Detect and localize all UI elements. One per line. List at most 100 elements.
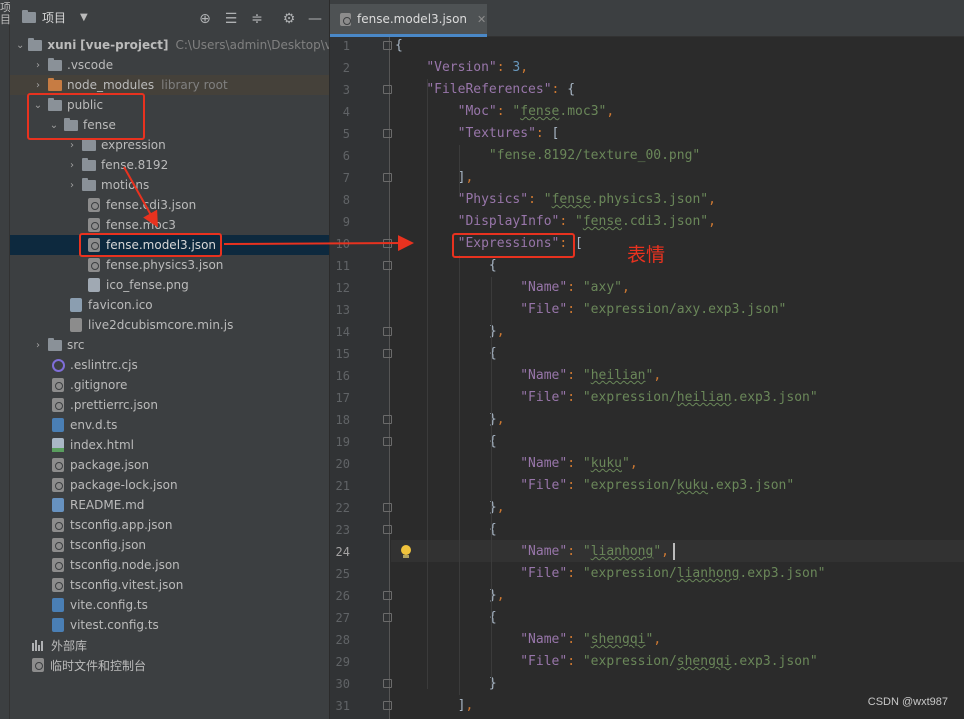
gear-icon[interactable]: ⚙ [281,11,297,27]
project-strip-label[interactable]: 项目 [0,2,10,26]
chevron-down-icon[interactable]: ⌄ [16,40,24,51]
code-line: { [395,38,403,53]
fold-marker-icon[interactable] [383,261,392,270]
tree-item-label: node_modules [67,78,155,92]
tree-item-external-libraries[interactable]: 外部库 [10,635,329,655]
code-line: "Textures": [ [457,126,560,141]
project-panel-title[interactable]: 项目 [42,9,66,26]
indent-guide [427,79,428,689]
tree-item-motions[interactable]: › motions [10,175,329,195]
tree-item-fense[interactable]: ⌄ fense [10,115,329,135]
tree-item-tsconfig[interactable]: tsconfig.json [10,535,329,555]
tree-item-expression[interactable]: › expression [10,135,329,155]
tree-item-package-json[interactable]: package.json [10,455,329,475]
folder-icon [48,97,62,111]
tab-fense-model3[interactable]: fense.model3.json ✕ [330,4,487,37]
folder-icon [82,137,96,151]
tree-item-ico-fense[interactable]: ico_fense.png [10,275,329,295]
image-file-icon [88,278,100,292]
fold-marker-icon[interactable] [383,349,392,358]
code-line: "Expressions": [ [457,236,583,251]
fold-marker-icon[interactable] [383,701,392,710]
chevron-down-icon[interactable]: ⌄ [32,100,44,111]
code-line: "File": "expression/axy.exp3.json" [520,302,787,317]
fold-marker-icon[interactable] [383,41,392,50]
tree-item-label: package.json [70,458,150,472]
project-tool-window-strip[interactable]: 项目 [0,0,10,719]
line-number: 2 [342,61,350,75]
locate-icon[interactable]: ⊕ [197,11,213,27]
tree-item-label: fense [83,118,116,132]
tree-item-env-d-ts[interactable]: env.d.ts [10,415,329,435]
tree-item-vite-config[interactable]: vite.config.ts [10,595,329,615]
hide-icon[interactable]: — [307,11,323,27]
tree-item-prettierrc[interactable]: .prettierrc.json [10,395,329,415]
tree-item-src[interactable]: › src [10,335,329,355]
lightbulb-icon[interactable] [400,545,412,559]
line-number: 20 [335,457,350,471]
fold-marker-icon[interactable] [383,129,392,138]
tree-item-vitest-config[interactable]: vitest.config.ts [10,615,329,635]
close-icon[interactable]: ✕ [477,13,486,26]
tree-item-tsconfig-vitest[interactable]: tsconfig.vitest.json [10,575,329,595]
config-file-icon [52,378,64,392]
tree-item-package-lock[interactable]: package-lock.json [10,475,329,495]
chevron-right-icon[interactable]: › [32,60,44,71]
tree-item-label: tsconfig.app.json [70,518,173,532]
code-line: ], [395,698,474,713]
tree-item-label: motions [101,178,150,192]
caret-down-icon[interactable]: ▼ [80,12,88,23]
tree-item-fense-physics3[interactable]: fense.physics3.json [10,255,329,275]
tree-item-label: package-lock.json [70,478,178,492]
tree-item-tsconfig-node[interactable]: tsconfig.node.json [10,555,329,575]
tree-item-label: vite.config.ts [70,598,148,612]
tree-item-public[interactable]: ⌄ public [10,95,329,115]
library-folder-icon [48,77,62,91]
tree-item-label: fense.model3.json [106,238,217,252]
folder-icon [82,177,96,191]
json-file-icon [88,258,100,272]
fold-marker-icon[interactable] [383,239,392,248]
fold-marker-icon[interactable] [383,591,392,600]
tree-item-live2dcubismcore[interactable]: live2dcubismcore.min.js [10,315,329,335]
fold-marker-icon[interactable] [383,173,392,182]
tree-item-favicon[interactable]: favicon.ico [10,295,329,315]
fold-marker-icon[interactable] [383,613,392,622]
tree-item-gitignore[interactable]: .gitignore [10,375,329,395]
collapse-all-icon[interactable]: ≑ [249,11,265,27]
tree-item-index-html[interactable]: index.html [10,435,329,455]
fold-marker-icon[interactable] [383,437,392,446]
json-file-icon [52,578,64,592]
tree-item-readme[interactable]: README.md [10,495,329,515]
chevron-right-icon[interactable]: › [32,340,44,351]
fold-marker-icon[interactable] [383,503,392,512]
code-line: "Version": 3, [426,60,529,75]
tree-item-fense-8192[interactable]: › fense.8192 [10,155,329,175]
tree-item-scratches[interactable]: 临时文件和控制台 [10,655,329,675]
tree-item-fense-moc3[interactable]: fense.moc3 [10,215,329,235]
line-number: 17 [335,391,350,405]
fold-marker-icon[interactable] [383,327,392,336]
tree-item-fense-cdi3[interactable]: fense.cdi3.json [10,195,329,215]
tree-item-node-modules[interactable]: › node_modules library root [10,75,329,95]
line-number: 3 [342,83,350,97]
editor-panel: fense.model3.json ✕ 1 2 3 4 5 6 7 8 9 10 11 12 13 14 1… [330,0,964,719]
tree-item-eslintrc[interactable]: .eslintrc.cjs [10,355,329,375]
chevron-right-icon[interactable]: › [66,140,78,151]
fold-marker-icon[interactable] [383,679,392,688]
tree-item-vscode[interactable]: › .vscode [10,55,329,75]
fold-marker-icon[interactable] [383,85,392,94]
fold-marker-icon[interactable] [383,415,392,424]
chevron-right-icon[interactable]: › [66,160,78,171]
expand-all-icon[interactable]: ☰ [223,11,239,27]
tree-item-label: fense.moc3 [106,218,176,232]
chevron-down-icon[interactable]: ⌄ [48,120,60,131]
library-icon [32,639,46,651]
tree-root-xuni[interactable]: ⌄ xuni [vue-project] C:\Users\admin\Desk… [10,35,329,55]
fold-marker-icon[interactable] [383,525,392,534]
line-number: 16 [335,369,350,383]
chevron-right-icon[interactable]: › [32,80,44,91]
tree-item-fense-model3[interactable]: fense.model3.json [10,235,329,255]
chevron-right-icon[interactable]: › [66,180,78,191]
tree-item-tsconfig-app[interactable]: tsconfig.app.json [10,515,329,535]
